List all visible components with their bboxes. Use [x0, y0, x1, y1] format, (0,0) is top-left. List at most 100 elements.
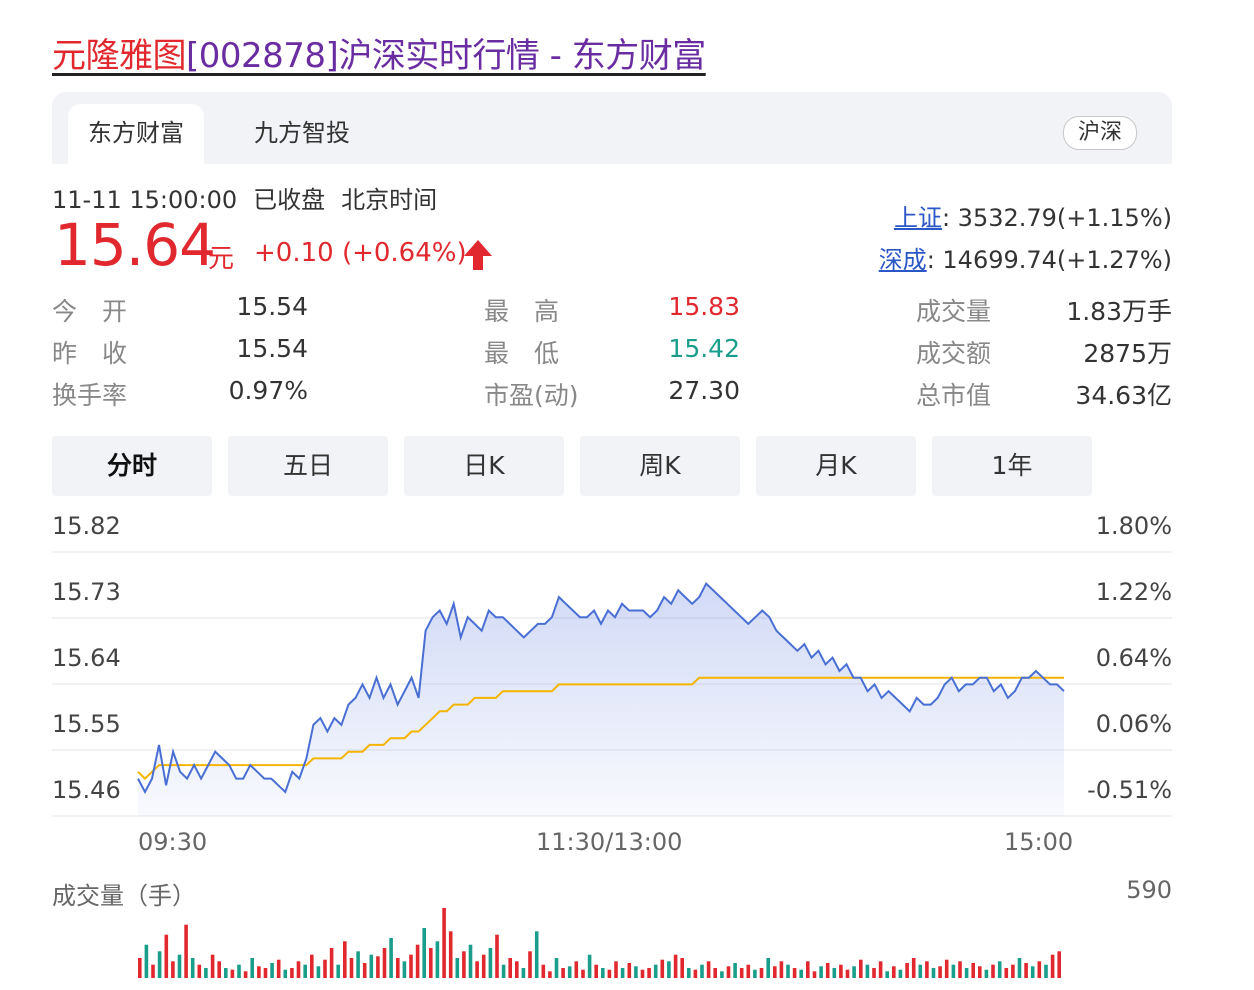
volume-bar — [429, 948, 433, 978]
volume-bar — [806, 961, 810, 978]
x-tick-open: 09:30 — [138, 828, 208, 856]
y-tick-right: 1.22% — [1095, 578, 1172, 606]
volume-bar — [997, 961, 1002, 978]
volume-bar — [653, 964, 658, 978]
volume-bar — [541, 964, 546, 978]
open-value: 15.54 — [236, 292, 308, 321]
volume-bar — [753, 969, 757, 978]
volume-label: 成交量 — [916, 297, 992, 326]
volume-bar — [283, 969, 288, 978]
volume-bar — [177, 954, 182, 978]
index-name-link[interactable]: 深成 — [879, 246, 927, 274]
volume-bar — [627, 963, 632, 978]
turnover-value: 0.97% — [228, 376, 308, 405]
volume-bar — [515, 961, 519, 978]
tab-daily-k[interactable]: 日K — [404, 436, 564, 496]
page-title-link[interactable]: 元隆雅图[002878]沪深实时行情 - 东方财富 — [52, 32, 706, 80]
volume-bar — [521, 968, 526, 978]
volume-bar — [859, 959, 863, 978]
index-shangzheng: 上证: 3532.79(+1.15%) — [894, 198, 1172, 233]
open-label: 今 开 — [52, 297, 128, 326]
volume-bar — [468, 944, 473, 978]
volume-bar — [720, 971, 724, 978]
volume-bar — [144, 944, 149, 978]
volume-bar — [224, 968, 228, 978]
volume-bar — [508, 958, 512, 978]
volume-bar — [343, 941, 347, 978]
volume-bar — [687, 968, 691, 978]
volume-bar — [660, 959, 665, 978]
y-tick-right: -0.51% — [1087, 776, 1172, 804]
source-tab-bar — [52, 92, 1172, 164]
volume-bar — [567, 966, 572, 978]
y-tick-left: 15.73 — [52, 578, 121, 606]
volume-bar — [442, 908, 446, 978]
volume-bar — [773, 966, 777, 978]
volume-bar — [190, 958, 195, 978]
volume-bar — [726, 966, 731, 978]
volume-bar — [310, 954, 314, 978]
volume-value: 1.83万手 — [1066, 297, 1172, 326]
y-tick-left: 15.64 — [52, 644, 121, 672]
volume-bar — [819, 966, 823, 978]
tab-intraday[interactable]: 分时 — [52, 436, 212, 496]
volume-bar — [316, 966, 321, 978]
volume-bar — [918, 964, 923, 978]
volume-bar — [164, 934, 169, 978]
volume-bar — [594, 964, 598, 978]
price-area — [138, 583, 1064, 816]
volume-bar — [911, 958, 916, 978]
volume-bar — [349, 958, 354, 978]
volume-bar — [713, 968, 717, 978]
volume-bar — [680, 958, 684, 978]
amount-label: 成交额 — [916, 339, 992, 368]
low-value: 15.42 — [668, 334, 740, 363]
volume-bar — [270, 963, 274, 978]
volume-bar — [534, 931, 539, 978]
volume-bar — [336, 964, 340, 978]
tab-jiufangzhitou[interactable]: 九方智投 — [232, 104, 372, 164]
pe-label: 市盈(动) — [484, 381, 579, 410]
volume-bar — [475, 961, 479, 978]
volume-bar — [984, 969, 989, 978]
volume-chart-title: 成交量（手） — [52, 882, 196, 910]
volume-bar — [1044, 964, 1048, 978]
volume-bar — [495, 934, 499, 978]
volume-bar — [329, 948, 334, 978]
volume-bar — [839, 964, 843, 978]
price-change: +0.10 (+0.64%) — [254, 238, 467, 268]
volume-bar — [197, 964, 202, 978]
price-unit: 元 — [208, 244, 235, 274]
volume-bar — [991, 964, 995, 978]
volume-max-label: 590 — [1126, 876, 1172, 904]
volume-bar — [422, 928, 426, 978]
market-state: 已收盘 — [253, 186, 326, 214]
tab-five-day[interactable]: 五日 — [228, 436, 388, 496]
index-shencheng: 深成: 14699.74(+1.27%) — [879, 240, 1172, 275]
y-tick-left: 15.46 — [52, 776, 121, 804]
market-toggle[interactable]: 沪深 — [1063, 116, 1137, 150]
volume-bar — [157, 951, 162, 978]
volume-bar — [931, 968, 936, 978]
volume-bar — [548, 971, 552, 978]
tab-dongfangcaifu[interactable]: 东方财富 — [68, 104, 204, 164]
volume-bar — [971, 963, 975, 978]
volume-bar — [938, 966, 942, 978]
tab-one-year[interactable]: 1年 — [932, 436, 1092, 496]
volume-bar — [257, 966, 261, 978]
volume-bar — [323, 959, 327, 978]
volume-bar — [184, 924, 188, 978]
volume-bar — [640, 969, 645, 978]
current-price: 15.64 — [54, 211, 216, 279]
status-line: 11-11 15:00:00 已收盘 北京时间 — [52, 180, 437, 215]
volume-bar — [964, 968, 969, 978]
index-name-link[interactable]: 上证 — [894, 204, 942, 232]
volume-bar — [276, 959, 281, 978]
tab-weekly-k[interactable]: 周K — [580, 436, 740, 496]
volume-bar — [746, 964, 751, 978]
volume-bar — [620, 968, 625, 978]
volume-bar — [138, 958, 142, 978]
volume-bar — [1057, 951, 1061, 978]
volume-bar — [237, 964, 241, 978]
tab-monthly-k[interactable]: 月K — [756, 436, 916, 496]
